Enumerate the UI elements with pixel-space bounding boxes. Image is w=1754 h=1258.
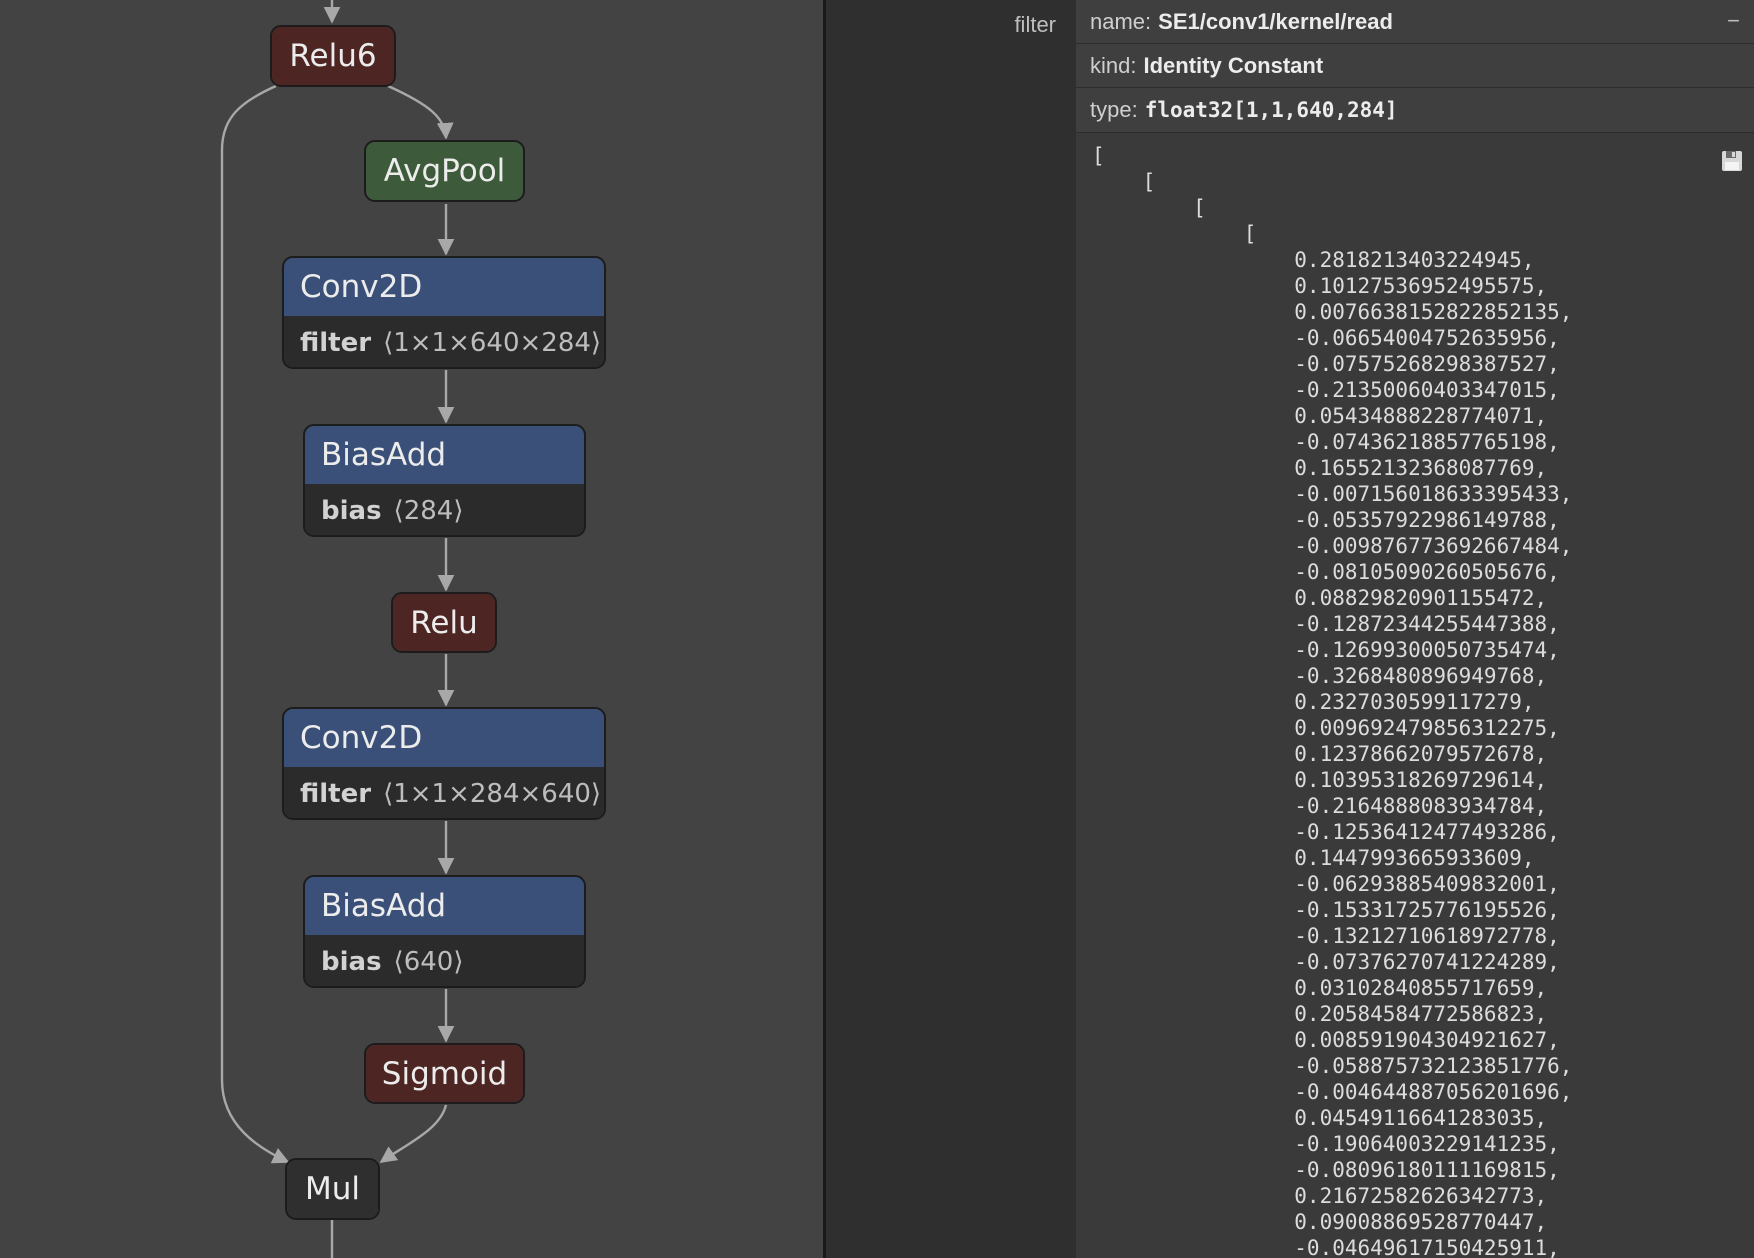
node-relu6[interactable]: Relu6 bbox=[270, 25, 396, 87]
edge-sigmoid-mul bbox=[379, 1104, 448, 1163]
prop-kind-value: Identity Constant bbox=[1143, 52, 1324, 78]
prop-type-value: float32[1,1,640,284] bbox=[1144, 98, 1398, 122]
node-sigmoid-label: Sigmoid bbox=[366, 1045, 523, 1102]
node-avgpool[interactable]: AvgPool bbox=[364, 140, 525, 202]
prop-type-key: type: bbox=[1090, 97, 1138, 122]
attr-name: filter bbox=[300, 328, 372, 358]
node-relu-label: Relu bbox=[393, 594, 495, 651]
node-conv2d-2-label: Conv2D bbox=[284, 709, 604, 767]
node-biasadd-2-attr: bias ⟨640⟩ bbox=[305, 935, 584, 986]
attr-name: bias bbox=[321, 496, 382, 526]
node-biasadd-1-attr: bias ⟨284⟩ bbox=[305, 484, 584, 535]
node-conv2d-1-label: Conv2D bbox=[284, 258, 604, 316]
edge-relu6-avgpool bbox=[387, 84, 454, 140]
attr-value: ⟨284⟩ bbox=[393, 496, 464, 526]
node-conv2d-2-attr: filter ⟨1×1×284×640⟩ bbox=[284, 767, 604, 818]
properties-panel: name: SE1/conv1/kernel/read − kind: Iden… bbox=[1076, 0, 1754, 1258]
node-biasadd-2[interactable]: BiasAdd bias ⟨640⟩ bbox=[303, 875, 586, 988]
node-biasadd-1-label: BiasAdd bbox=[305, 426, 584, 484]
prop-name-value: SE1/conv1/kernel/read bbox=[1158, 8, 1393, 34]
save-icon[interactable] bbox=[1720, 149, 1744, 173]
tensor-values: [ [ [ [ 0.2818213403224945, 0.1012753695… bbox=[1092, 144, 1573, 1258]
node-conv2d-1-attr: filter ⟨1×1×640×284⟩ bbox=[284, 316, 604, 367]
graph-canvas[interactable]: Relu6 AvgPool Conv2D filter ⟨1×1×640×284… bbox=[0, 0, 823, 1258]
collapse-icon[interactable]: − bbox=[1727, 8, 1740, 34]
attr-name: filter bbox=[300, 779, 372, 809]
node-conv2d-2[interactable]: Conv2D filter ⟨1×1×284×640⟩ bbox=[282, 707, 606, 820]
prop-type-row: type: float32[1,1,640,284] bbox=[1076, 88, 1754, 133]
attr-name: bias bbox=[321, 947, 382, 977]
node-relu6-label: Relu6 bbox=[272, 27, 394, 85]
node-sigmoid[interactable]: Sigmoid bbox=[364, 1043, 525, 1104]
prop-name-key: name: bbox=[1090, 8, 1152, 34]
edge-relu6-mul-skip bbox=[220, 84, 290, 1164]
node-mul-label: Mul bbox=[287, 1160, 378, 1218]
prop-kind-row: kind: Identity Constant bbox=[1076, 44, 1754, 88]
node-conv2d-1[interactable]: Conv2D filter ⟨1×1×640×284⟩ bbox=[282, 256, 606, 369]
attr-value: ⟨1×1×640×284⟩ bbox=[383, 328, 602, 358]
attribute-section-label: filter bbox=[1014, 12, 1056, 37]
sidebar-label-column bbox=[826, 0, 1076, 1258]
tensor-value-view[interactable]: [ [ [ [ 0.2818213403224945, 0.1012753695… bbox=[1076, 133, 1754, 1258]
node-biasadd-1[interactable]: BiasAdd bias ⟨284⟩ bbox=[303, 424, 586, 537]
node-biasadd-2-label: BiasAdd bbox=[305, 877, 584, 935]
prop-kind-key: kind: bbox=[1090, 52, 1137, 78]
prop-name-row: name: SE1/conv1/kernel/read − bbox=[1076, 0, 1754, 44]
attr-value: ⟨640⟩ bbox=[393, 947, 464, 977]
node-relu[interactable]: Relu bbox=[391, 592, 497, 653]
attr-value: ⟨1×1×284×640⟩ bbox=[383, 779, 602, 809]
node-avgpool-label: AvgPool bbox=[366, 142, 523, 200]
node-mul[interactable]: Mul bbox=[285, 1158, 380, 1220]
